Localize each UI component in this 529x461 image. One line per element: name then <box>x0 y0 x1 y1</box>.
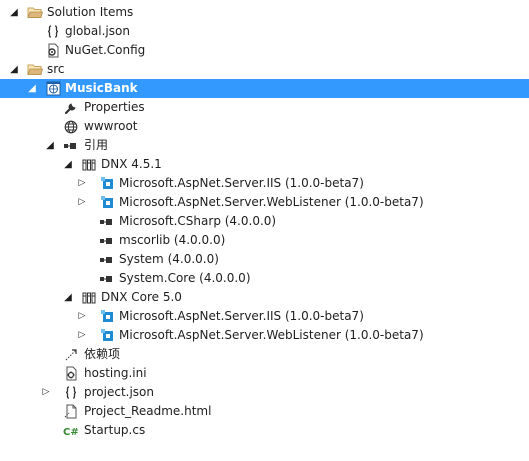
globe-icon <box>63 119 79 134</box>
tree-item-label: Solution Items <box>47 5 134 19</box>
tree-item-nuget-config[interactable]: NuGet.Config <box>0 41 529 60</box>
tree-item-project-json[interactable]: ▷ project.json <box>0 383 529 402</box>
tree-item-wwwroot[interactable]: wwwroot <box>0 117 529 136</box>
assembly-icon <box>99 271 115 286</box>
svg-text:C#: C# <box>63 427 79 437</box>
tree-item-solution-items[interactable]: ◢ Solution Items <box>0 3 529 22</box>
tree-item-label: MusicBank <box>65 81 138 95</box>
tree-item-assembly-reference[interactable]: System (4.0.0.0) <box>0 250 529 269</box>
collapsed-arrow-icon[interactable]: ▷ <box>76 307 88 326</box>
config-file-icon <box>45 43 61 58</box>
json-file-icon <box>63 385 79 400</box>
tree-item-label: DNX 4.5.1 <box>101 157 162 171</box>
expanded-arrow-icon[interactable]: ◢ <box>26 79 38 98</box>
tree-item-global-json[interactable]: global.json <box>0 22 529 41</box>
tree-item-startup-cs[interactable]: C# Startup.cs <box>0 421 529 440</box>
references-icon <box>63 138 79 153</box>
assembly-icon <box>99 233 115 248</box>
tree-item-src[interactable]: ◢ src <box>0 60 529 79</box>
tree-item-dnxcore50[interactable]: ◢ DNX Core 5.0 <box>0 288 529 307</box>
tree-item-assembly-reference[interactable]: System.Core (4.0.0.0) <box>0 269 529 288</box>
framework-icon <box>81 157 97 172</box>
tree-item-package-reference[interactable]: ▷ Microsoft.AspNet.Server.WebListener (1… <box>0 193 529 212</box>
tree-item-label: Startup.cs <box>84 423 146 437</box>
tree-item-label: System (4.0.0.0) <box>119 252 219 266</box>
tree-item-assembly-reference[interactable]: Microsoft.CSharp (4.0.0.0) <box>0 212 529 231</box>
collapsed-arrow-icon[interactable]: ▷ <box>76 174 88 193</box>
tree-item-label: mscorlib (4.0.0.0) <box>119 233 226 247</box>
folder-open-icon <box>27 5 43 20</box>
tree-item-label: Project_Readme.html <box>84 404 212 418</box>
tree-item-label: project.json <box>84 385 154 399</box>
wrench-icon <box>63 100 79 115</box>
tree-item-label: hosting.ini <box>84 366 147 380</box>
tree-item-label: Microsoft.AspNet.Server.WebListener (1.0… <box>119 328 424 342</box>
expanded-arrow-icon[interactable]: ◢ <box>62 288 74 307</box>
tree-item-label: 引用 <box>84 138 109 152</box>
solution-explorer-tree: ◢ Solution Items global.json NuGet.Confi… <box>0 3 529 440</box>
collapsed-arrow-icon[interactable]: ▷ <box>76 193 88 212</box>
tree-item-dnx451[interactable]: ◢ DNX 4.5.1 <box>0 155 529 174</box>
html-file-icon <box>63 404 79 419</box>
tree-item-label: src <box>47 62 65 76</box>
framework-icon <box>81 290 97 305</box>
ini-file-icon <box>63 366 79 381</box>
assembly-icon <box>99 252 115 267</box>
tree-item-label: DNX Core 5.0 <box>101 290 182 304</box>
tree-item-package-reference[interactable]: ▷ Microsoft.AspNet.Server.WebListener (1… <box>0 326 529 345</box>
tree-item-package-reference[interactable]: ▷ Microsoft.AspNet.Server.IIS (1.0.0-bet… <box>0 307 529 326</box>
dependencies-icon <box>63 347 79 362</box>
package-icon <box>99 309 115 324</box>
tree-item-label: System.Core (4.0.0.0) <box>119 271 251 285</box>
tree-item-properties[interactable]: Properties <box>0 98 529 117</box>
tree-item-assembly-reference[interactable]: mscorlib (4.0.0.0) <box>0 231 529 250</box>
csharp-file-icon: C# <box>63 423 79 438</box>
json-file-icon <box>45 24 61 39</box>
tree-item-label: Microsoft.AspNet.Server.IIS (1.0.0-beta7… <box>119 309 364 323</box>
package-icon <box>99 195 115 210</box>
tree-item-dependencies[interactable]: 依赖项 <box>0 345 529 364</box>
tree-item-label: Microsoft.CSharp (4.0.0.0) <box>119 214 277 228</box>
expanded-arrow-icon[interactable]: ◢ <box>8 3 20 22</box>
collapsed-arrow-icon[interactable]: ▷ <box>76 326 88 345</box>
tree-item-label: NuGet.Config <box>65 43 146 57</box>
package-icon <box>99 328 115 343</box>
tree-item-project-readme[interactable]: Project_Readme.html <box>0 402 529 421</box>
tree-item-label: Microsoft.AspNet.Server.IIS (1.0.0-beta7… <box>119 176 364 190</box>
tree-item-musicbank[interactable]: ◢ MusicBank <box>0 79 529 98</box>
tree-item-label: Microsoft.AspNet.Server.WebListener (1.0… <box>119 195 424 209</box>
expanded-arrow-icon[interactable]: ◢ <box>44 136 56 155</box>
collapsed-arrow-icon[interactable]: ▷ <box>40 383 52 402</box>
tree-item-label: global.json <box>65 24 130 38</box>
tree-item-hosting-ini[interactable]: hosting.ini <box>0 364 529 383</box>
assembly-icon <box>99 214 115 229</box>
expanded-arrow-icon[interactable]: ◢ <box>62 155 74 174</box>
web-project-icon <box>45 81 61 96</box>
tree-item-label: wwwroot <box>84 119 138 133</box>
folder-open-icon <box>27 62 43 77</box>
package-icon <box>99 176 115 191</box>
tree-item-label: Properties <box>84 100 145 114</box>
tree-item-package-reference[interactable]: ▷ Microsoft.AspNet.Server.IIS (1.0.0-bet… <box>0 174 529 193</box>
expanded-arrow-icon[interactable]: ◢ <box>8 60 20 79</box>
tree-item-references[interactable]: ◢ 引用 <box>0 136 529 155</box>
tree-item-label: 依赖项 <box>84 347 121 361</box>
